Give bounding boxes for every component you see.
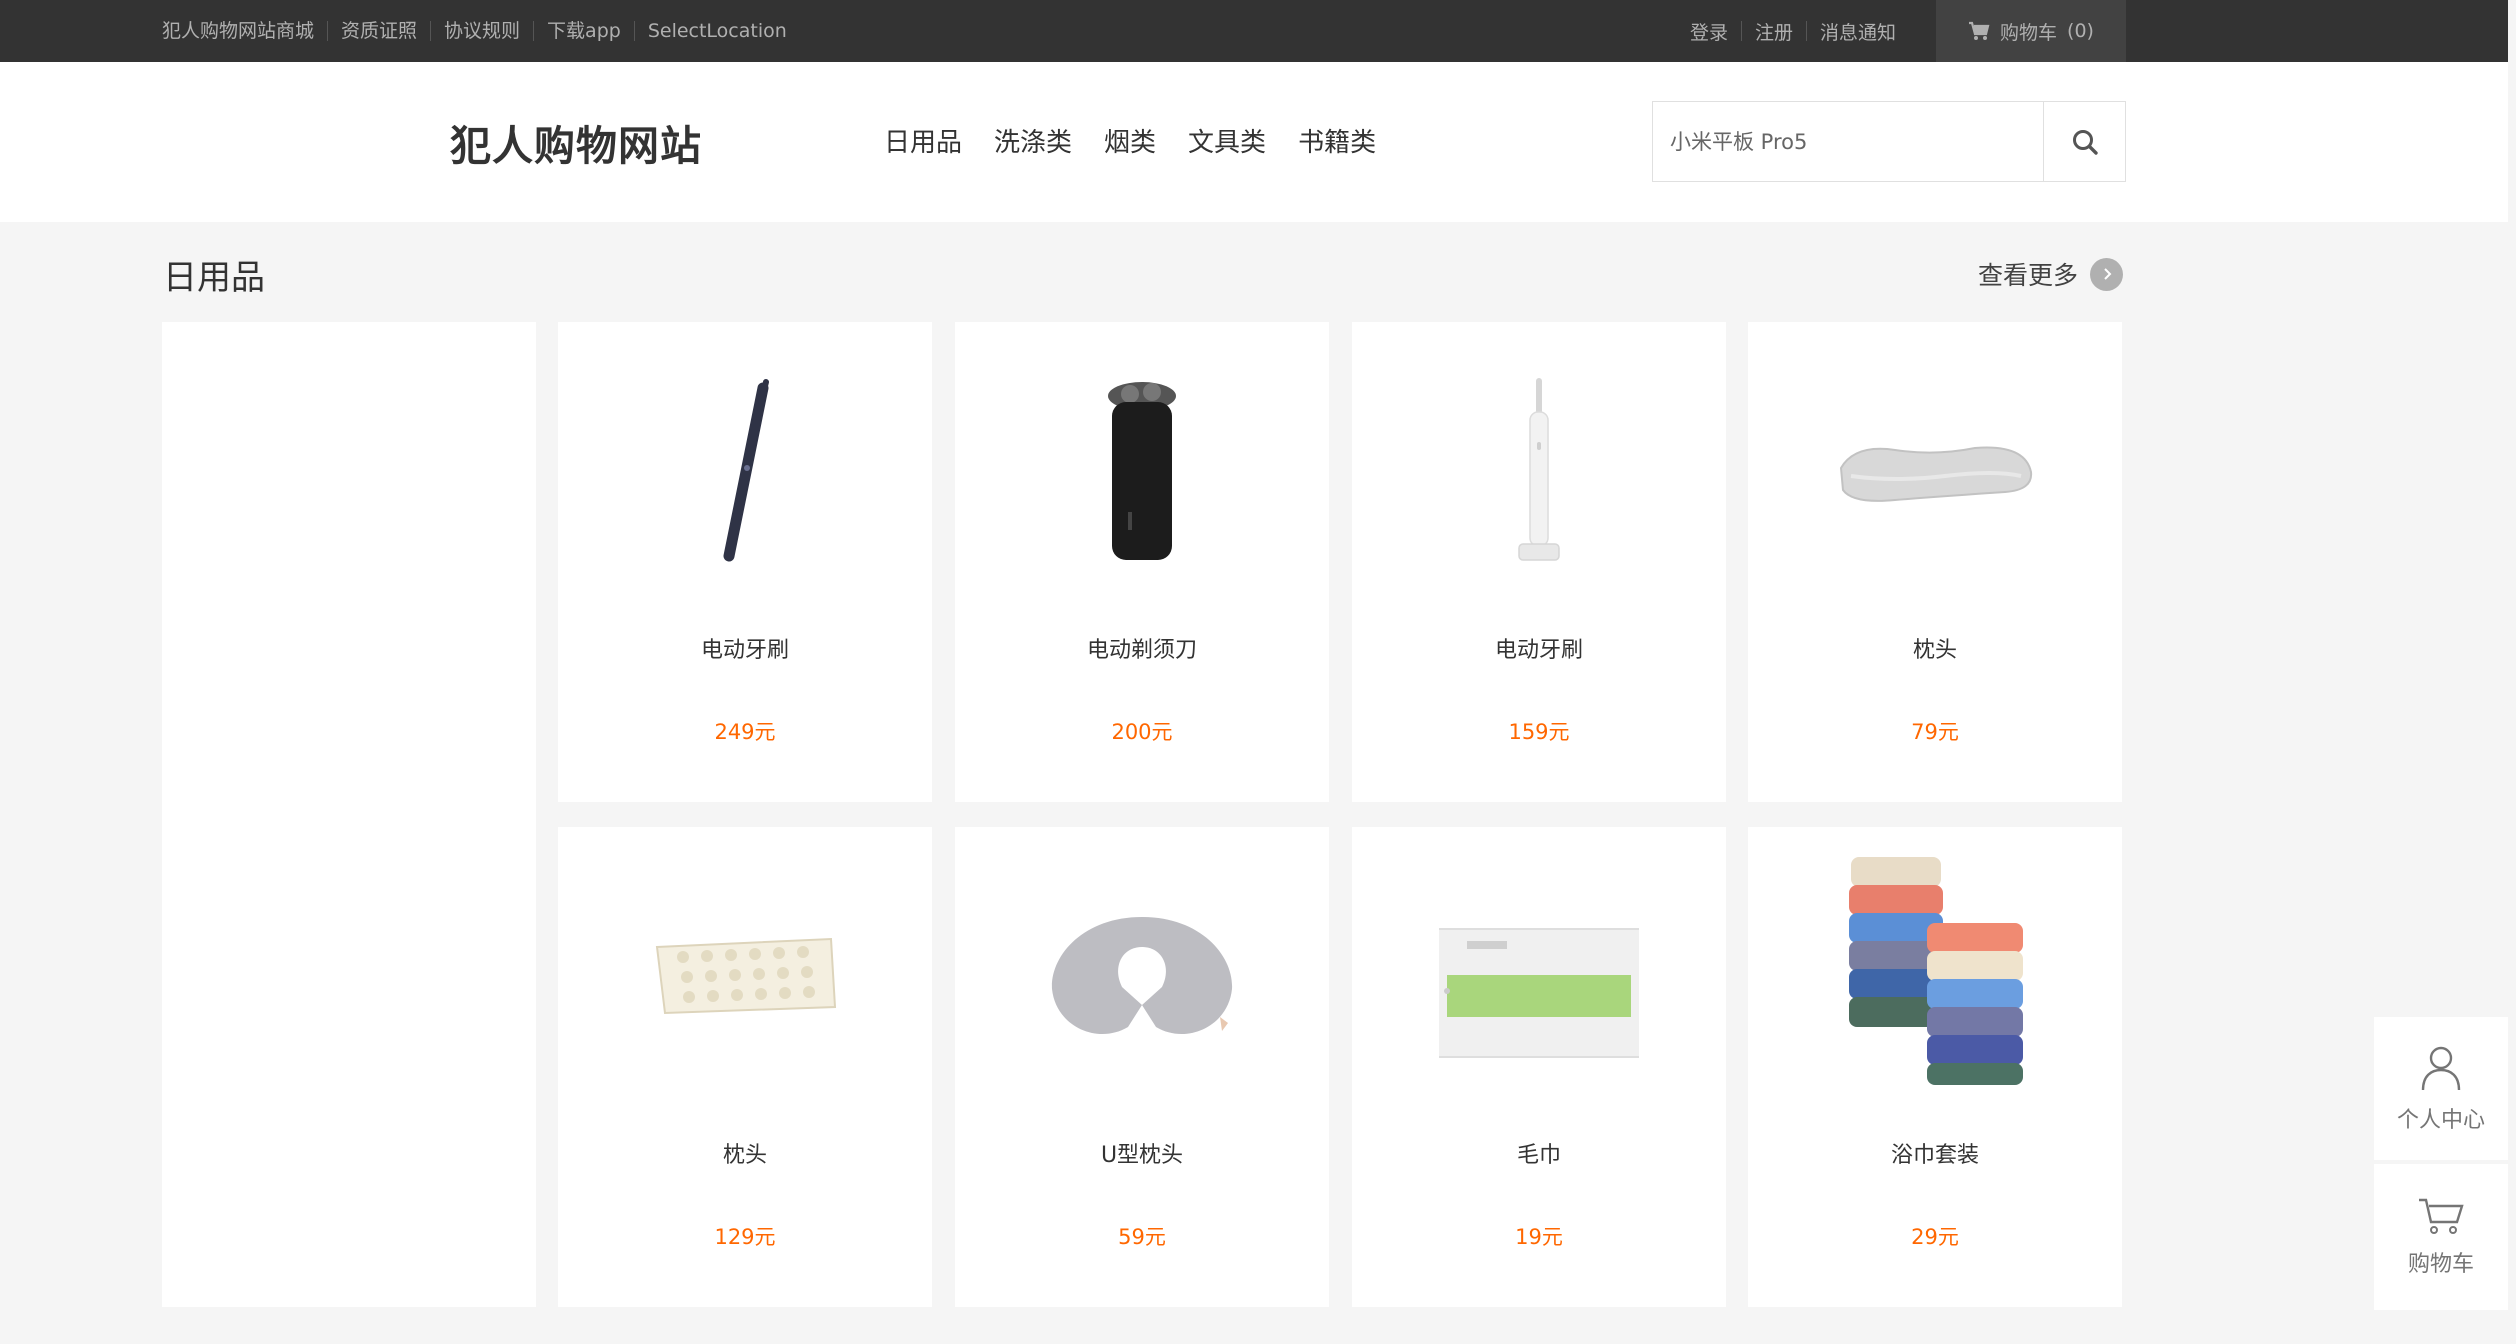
product-price: 249元 [714, 720, 776, 744]
product-price: 19元 [1515, 1225, 1563, 1249]
divider [1806, 21, 1808, 41]
product-price: 59元 [1118, 1225, 1166, 1249]
product-price: 79元 [1911, 720, 1959, 744]
float-user-center-label: 个人中心 [2396, 1107, 2485, 1133]
nav-stationery[interactable]: 文具类 [1188, 122, 1266, 159]
product-card[interactable]: 电动牙刷 249元 [558, 322, 932, 802]
top-link-mall[interactable]: 犯人购物网站商城 [162, 0, 314, 62]
search-icon [2072, 129, 2098, 155]
product-price: 200元 [1111, 720, 1173, 744]
promo-banner[interactable] [162, 322, 536, 1307]
product-card[interactable]: 电动剃须刀 200元 [955, 322, 1329, 802]
cart-icon [1969, 21, 1990, 40]
divider [430, 21, 432, 41]
product-name: 浴巾套装 [1890, 1143, 1979, 1168]
pillow-latex-icon [645, 877, 845, 1077]
site-header: 犯人购物网站 日用品 洗涤类 烟类 文具类 书籍类 [0, 62, 2508, 222]
divider [1741, 21, 1743, 41]
register-link[interactable]: 注册 [1755, 18, 1793, 45]
top-link-download-app[interactable]: 下载app [547, 0, 621, 62]
product-card[interactable]: 枕头 79元 [1748, 322, 2122, 802]
category-nav: 日用品 洗涤类 烟类 文具类 书籍类 [884, 122, 1408, 159]
product-card[interactable]: U型枕头 59元 [955, 827, 1329, 1307]
divider [633, 21, 635, 41]
towel-box-icon [1439, 877, 1639, 1077]
nav-books[interactable]: 书籍类 [1298, 122, 1376, 159]
u-pillow-icon [1042, 877, 1242, 1077]
product-name: 电动剃须刀 [1086, 638, 1197, 663]
product-name: 枕头 [1912, 638, 1957, 663]
float-cart-label: 购物车 [2407, 1252, 2474, 1277]
site-logo[interactable]: 犯人购物网站 [450, 112, 702, 172]
float-cart[interactable]: 购物车 [2374, 1164, 2508, 1310]
top-cart-label: 购物车 [2000, 21, 2058, 44]
view-more-link[interactable]: 查看更多 [1978, 256, 2124, 292]
account-links: 登录 注册 消息通知 [1690, 0, 1896, 62]
top-cart-count: (0) [2067, 20, 2094, 42]
top-links: 犯人购物网站商城 资质证照 协议规则 下载app SelectLocation [162, 0, 787, 62]
product-name: 毛巾 [1516, 1143, 1561, 1168]
product-card[interactable]: 电动牙刷 159元 [1352, 322, 1726, 802]
product-card[interactable]: 毛巾 19元 [1352, 827, 1726, 1307]
product-name: 电动牙刷 [700, 638, 789, 663]
product-price: 29元 [1911, 1225, 1959, 1249]
product-price: 129元 [714, 1225, 776, 1249]
top-link-select-location[interactable]: SelectLocation [648, 0, 787, 62]
product-price: 159元 [1508, 720, 1570, 744]
pillow-contour-icon [1835, 372, 2035, 572]
search-button[interactable] [2043, 102, 2125, 181]
top-link-agreement[interactable]: 协议规则 [444, 0, 520, 62]
user-icon [2421, 1046, 2461, 1090]
towel-stack-icon [1835, 857, 2035, 1085]
toothbrush-dark-icon [645, 372, 845, 572]
nav-detergents[interactable]: 洗涤类 [994, 122, 1072, 159]
view-more-label: 查看更多 [1978, 261, 2079, 290]
top-bar: 犯人购物网站商城 资质证照 协议规则 下载app SelectLocation … [0, 0, 2508, 62]
shaver-icon [1042, 372, 1242, 572]
nav-daily-goods[interactable]: 日用品 [884, 122, 962, 159]
product-name: 枕头 [722, 1143, 767, 1168]
product-name: 电动牙刷 [1494, 638, 1583, 663]
top-cart-button[interactable]: 购物车 (0) [1936, 0, 2126, 62]
divider [533, 21, 535, 41]
chevron-right-icon [2090, 257, 2124, 291]
top-link-license[interactable]: 资质证照 [341, 0, 417, 62]
product-name: U型枕头 [1100, 1143, 1184, 1168]
cart-icon [2419, 1198, 2464, 1234]
nav-tobacco[interactable]: 烟类 [1104, 122, 1156, 159]
toothbrush-white-icon [1439, 372, 1639, 572]
product-card[interactable]: 浴巾套装 29元 [1748, 827, 2122, 1307]
messages-link[interactable]: 消息通知 [1820, 18, 1896, 45]
divider [327, 21, 329, 41]
float-user-center[interactable]: 个人中心 [2374, 1017, 2508, 1160]
login-link[interactable]: 登录 [1690, 18, 1728, 45]
section-title: 日用品 [163, 258, 265, 298]
search-box [1652, 101, 2126, 182]
search-input[interactable] [1653, 102, 2043, 181]
product-card[interactable]: 枕头 129元 [558, 827, 932, 1307]
